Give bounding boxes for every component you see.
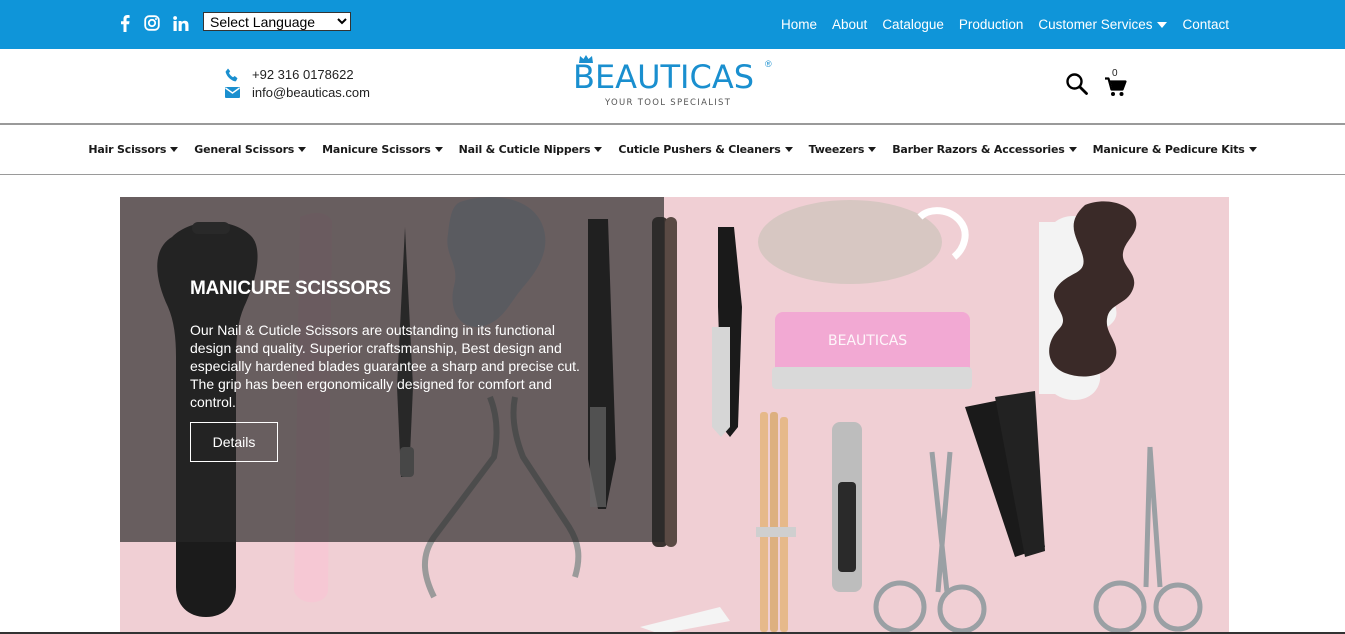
nav-about-label: About bbox=[832, 17, 868, 32]
site-header: +92 316 0178622 info@beauticas.com BEAUT… bbox=[0, 49, 1345, 124]
caret-down-icon bbox=[1248, 147, 1257, 152]
category-label: Barber Razors & Accessories bbox=[892, 143, 1065, 156]
language-select[interactable]: Select Language bbox=[203, 12, 351, 31]
mail-icon bbox=[224, 86, 240, 100]
caret-down-icon bbox=[1157, 21, 1168, 28]
nav-catalogue[interactable]: Catalogue bbox=[882, 17, 944, 32]
caret-down-icon bbox=[868, 147, 877, 152]
top-bar: Select Language Home About Catalogue Pro… bbox=[0, 0, 1345, 49]
nav-contact[interactable]: Contact bbox=[1182, 17, 1229, 32]
hero-title: MANICURE SCISSORS bbox=[190, 278, 391, 299]
caret-down-icon bbox=[298, 147, 307, 152]
phone-icon bbox=[224, 68, 240, 82]
category-cuticle-pushers[interactable]: Cuticle Pushers & Cleaners bbox=[618, 143, 793, 156]
product-logo-text: BEAUTICAS bbox=[828, 333, 907, 349]
caret-down-icon bbox=[784, 147, 793, 152]
category-manicure-scissors[interactable]: Manicure Scissors bbox=[322, 143, 443, 156]
phone-contact[interactable]: +92 316 0178622 bbox=[224, 67, 354, 82]
linkedin-icon[interactable] bbox=[171, 13, 191, 33]
caret-down-icon bbox=[1068, 147, 1077, 152]
phone-number: +92 316 0178622 bbox=[252, 67, 354, 82]
category-nail-cuticle-nippers[interactable]: Nail & Cuticle Nippers bbox=[459, 143, 603, 156]
details-button[interactable]: Details bbox=[190, 422, 278, 462]
logo-tagline: YOUR TOOL SPECIALIST bbox=[605, 98, 732, 108]
category-label: General Scissors bbox=[194, 143, 295, 156]
facebook-icon[interactable] bbox=[115, 13, 135, 33]
category-tweezers[interactable]: Tweezers bbox=[809, 143, 877, 156]
category-nav: Hair Scissors General Scissors Manicure … bbox=[0, 125, 1345, 174]
category-label: Cuticle Pushers & Cleaners bbox=[618, 143, 781, 156]
top-nav: Home About Catalogue Production Customer… bbox=[766, 0, 1229, 49]
category-label: Hair Scissors bbox=[88, 143, 167, 156]
email-contact[interactable]: info@beauticas.com bbox=[224, 85, 370, 100]
caret-down-icon bbox=[434, 147, 443, 152]
nav-customer-services[interactable]: Customer Services bbox=[1038, 17, 1168, 32]
category-label: Manicure & Pedicure Kits bbox=[1092, 143, 1245, 156]
hero-description: Our Nail & Cuticle Scissors are outstand… bbox=[190, 322, 580, 410]
site-logo[interactable]: BEAUTICAS ® YOUR TOOL SPECIALIST bbox=[573, 55, 778, 111]
nav-production[interactable]: Production bbox=[959, 17, 1024, 32]
caret-down-icon bbox=[170, 147, 179, 152]
category-label: Tweezers bbox=[808, 143, 865, 156]
category-label: Nail & Cuticle Nippers bbox=[458, 143, 591, 156]
category-manicure-pedicure-kits[interactable]: Manicure & Pedicure Kits bbox=[1093, 143, 1257, 156]
search-icon[interactable] bbox=[1066, 73, 1088, 95]
nav-catalogue-label: Catalogue bbox=[882, 17, 944, 32]
nav-divider bbox=[0, 174, 1345, 175]
nav-home[interactable]: Home bbox=[781, 17, 817, 32]
logo-registered: ® bbox=[765, 59, 772, 69]
category-general-scissors[interactable]: General Scissors bbox=[194, 143, 307, 156]
caret-down-icon bbox=[594, 147, 603, 152]
category-label: Manicure Scissors bbox=[322, 143, 431, 156]
category-hair-scissors[interactable]: Hair Scissors bbox=[88, 143, 179, 156]
category-barber-razors[interactable]: Barber Razors & Accessories bbox=[892, 143, 1077, 156]
nav-contact-label: Contact bbox=[1182, 17, 1229, 32]
nav-production-label: Production bbox=[958, 17, 1024, 32]
email-address: info@beauticas.com bbox=[252, 85, 370, 100]
nav-about[interactable]: About bbox=[832, 17, 867, 32]
nav-customer-services-label: Customer Services bbox=[1038, 17, 1153, 32]
cart-icon[interactable] bbox=[1105, 77, 1127, 97]
instagram-icon[interactable] bbox=[142, 13, 162, 33]
logo-wordmark: BEAUTICAS bbox=[573, 58, 755, 96]
nav-home-label: Home bbox=[781, 17, 818, 32]
